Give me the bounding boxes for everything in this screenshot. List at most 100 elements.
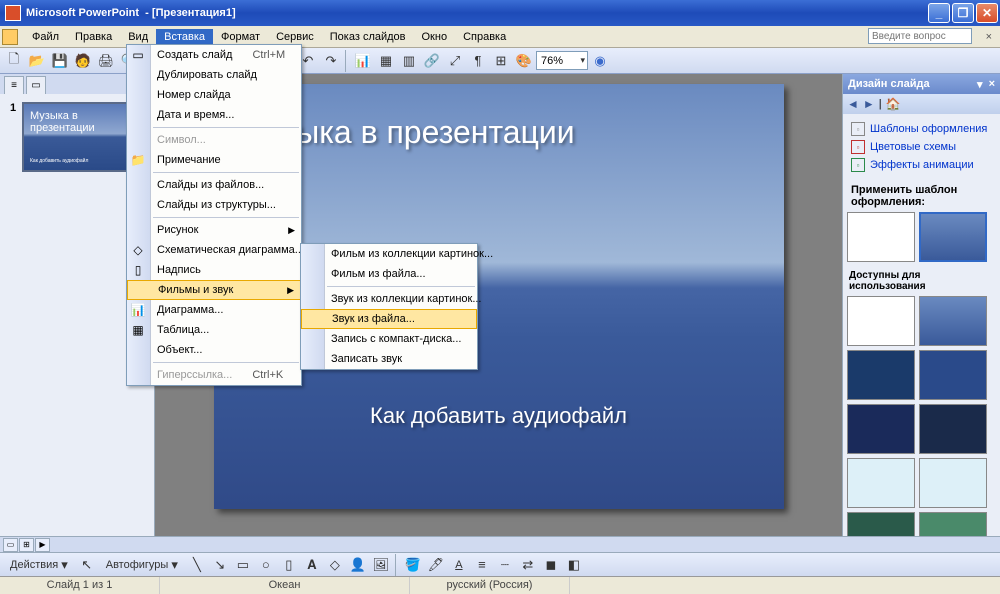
hyperlink-icon[interactable]: 🔗 — [421, 50, 443, 72]
menu-insert[interactable]: Вставка — [156, 29, 213, 45]
shadow-style-icon[interactable]: ◼ — [540, 554, 562, 576]
textbox-icon[interactable]: ▯ — [278, 554, 300, 576]
template-thumb[interactable] — [847, 296, 915, 346]
help-question-input[interactable] — [868, 28, 972, 44]
diagram-icon[interactable]: ◇ — [324, 554, 346, 576]
menu-item[interactable]: ▭Создать слайдCtrl+M — [127, 45, 301, 65]
zoom-combo[interactable]: 76% — [536, 51, 588, 70]
minimize-button[interactable]: _ — [928, 3, 950, 23]
line-style-icon[interactable]: ≡ — [471, 554, 493, 576]
menu-format[interactable]: Формат — [213, 29, 268, 45]
sorter-view-icon[interactable]: ⊞ — [19, 538, 34, 552]
menu-item[interactable]: 📊Диаграмма... — [127, 300, 301, 320]
menu-item[interactable]: ◇Схематическая диаграмма... — [127, 240, 301, 260]
template-thumb[interactable] — [919, 296, 987, 346]
doc-icon[interactable] — [2, 29, 18, 45]
template-thumb[interactable] — [919, 404, 987, 454]
slides-tab[interactable]: ▭ — [26, 76, 46, 94]
menu-file[interactable]: Файл — [24, 29, 67, 45]
normal-view-icon[interactable]: ▭ — [3, 538, 18, 552]
autoshapes-button[interactable]: Автофигуры ▾ — [99, 554, 185, 576]
font-color2-icon[interactable]: A — [448, 554, 470, 576]
thumbnail-1[interactable]: 1 Музыка в презентации Как добавить ауди… — [10, 102, 144, 172]
design-link[interactable]: ▫Эффекты анимации — [851, 156, 992, 174]
template-thumb[interactable] — [919, 458, 987, 508]
menu-item[interactable]: Слайды из файлов... — [127, 175, 301, 195]
template-thumb[interactable] — [847, 404, 915, 454]
outline-tab[interactable]: ≡ — [4, 76, 24, 94]
submenu-item[interactable]: Записать звук — [301, 349, 477, 369]
menu-view[interactable]: Вид — [120, 29, 156, 45]
menu-edit[interactable]: Правка — [67, 29, 120, 45]
chart-icon[interactable]: 📊 — [352, 50, 374, 72]
menu-item[interactable]: Рисунок▶ — [127, 220, 301, 240]
menu-item[interactable]: Объект... — [127, 340, 301, 360]
nav-back-icon[interactable]: ◄ — [847, 97, 859, 111]
new-icon[interactable]: 🗋 — [3, 50, 25, 72]
wordart-icon[interactable]: 𝐀 — [301, 554, 323, 576]
slide-title[interactable]: Музыка в презентации — [239, 114, 759, 151]
arrow-icon[interactable]: ↘ — [209, 554, 231, 576]
submenu-item[interactable]: Фильм из файла... — [301, 264, 477, 284]
menu-item[interactable]: 📁Примечание — [127, 150, 301, 170]
fill-color-icon[interactable]: 🪣 — [402, 554, 424, 576]
menu-item[interactable]: Слайды из структуры... — [127, 195, 301, 215]
menu-item[interactable]: ▯Надпись — [127, 260, 301, 280]
open-icon[interactable]: 📂 — [26, 50, 48, 72]
3d-style-icon[interactable]: ◧ — [563, 554, 585, 576]
line-color-icon[interactable]: 🖊 — [425, 554, 447, 576]
rect-icon[interactable]: ▭ — [232, 554, 254, 576]
menu-tools[interactable]: Сервис — [268, 29, 322, 45]
print-icon[interactable]: 🖨 — [95, 50, 117, 72]
maximize-button[interactable]: ❐ — [952, 3, 974, 23]
save-icon[interactable]: 💾 — [49, 50, 71, 72]
slideshow-view-icon[interactable]: ▶ — [35, 538, 50, 552]
menu-slideshow[interactable]: Показ слайдов — [322, 29, 414, 45]
menu-item[interactable]: Дублировать слайд — [127, 65, 301, 85]
template-thumb[interactable] — [847, 350, 915, 400]
submenu-item[interactable]: Звук из файла... — [301, 309, 477, 329]
nav-fwd-icon[interactable]: ► — [863, 97, 875, 111]
template-thumb[interactable] — [919, 512, 987, 538]
menu-item[interactable]: ▦Таблица... — [127, 320, 301, 340]
design-link[interactable]: ▫Шаблоны оформления — [851, 120, 992, 138]
show-grid-icon[interactable]: ⊞ — [490, 50, 512, 72]
task-pane-dropdown-icon[interactable]: ▾ — [977, 78, 983, 91]
submenu-item[interactable]: Запись с компакт-диска... — [301, 329, 477, 349]
help-icon[interactable]: ◉ — [589, 50, 611, 72]
select-icon[interactable]: ↖ — [76, 554, 98, 576]
submenu-item[interactable]: Фильм из коллекции картинок... — [301, 244, 477, 264]
menu-item[interactable]: Дата и время... — [127, 105, 301, 125]
tables-borders-icon[interactable]: ▥ — [398, 50, 420, 72]
menu-item[interactable]: Номер слайда — [127, 85, 301, 105]
color-icon[interactable]: 🎨 — [513, 50, 535, 72]
expand-icon[interactable]: ⤢ — [444, 50, 466, 72]
template-thumb[interactable] — [847, 458, 915, 508]
show-formatting-icon[interactable]: ¶ — [467, 50, 489, 72]
template-thumb[interactable] — [847, 512, 915, 538]
draw-actions-button[interactable]: Действия ▾ — [3, 554, 75, 576]
close-button[interactable]: ✕ — [976, 3, 998, 23]
nav-home-icon[interactable]: 🏠 — [886, 97, 901, 111]
clipart-icon[interactable]: 👤 — [347, 554, 369, 576]
oval-icon[interactable]: ○ — [255, 554, 277, 576]
submenu-item[interactable]: Звук из коллекции картинок... — [301, 289, 477, 309]
arrow-style-icon[interactable]: ⇄ — [517, 554, 539, 576]
task-pane-close-icon[interactable]: × — [989, 78, 995, 90]
line-icon[interactable]: ╲ — [186, 554, 208, 576]
template-thumb[interactable] — [919, 212, 987, 262]
menu-window[interactable]: Окно — [414, 29, 456, 45]
picture-icon[interactable]: 🖼 — [370, 554, 392, 576]
design-task-pane: Дизайн слайда ▾ × ◄ ► | 🏠 ▫Шаблоны оформ… — [842, 74, 1000, 560]
redo-icon[interactable]: ↷ — [320, 50, 342, 72]
template-thumb[interactable] — [847, 212, 915, 262]
slide-subtitle[interactable]: Как добавить аудиофайл — [239, 403, 759, 429]
permission-icon[interactable]: 🧑 — [72, 50, 94, 72]
table-icon[interactable]: ▦ — [375, 50, 397, 72]
menu-item[interactable]: Фильмы и звук▶ — [127, 280, 301, 300]
template-thumb[interactable] — [919, 350, 987, 400]
design-link[interactable]: ▫Цветовые схемы — [851, 138, 992, 156]
dash-style-icon[interactable]: ┈ — [494, 554, 516, 576]
menu-help[interactable]: Справка — [455, 29, 514, 45]
doc-close-button[interactable]: × — [980, 29, 998, 45]
